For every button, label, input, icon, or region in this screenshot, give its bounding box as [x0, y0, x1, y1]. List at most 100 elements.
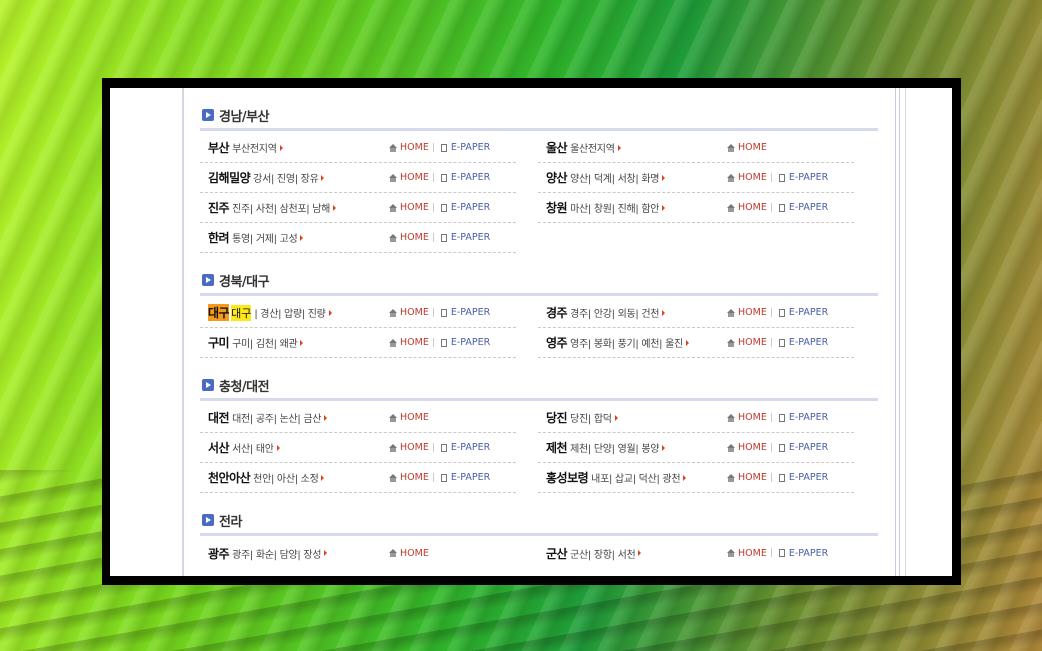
epaper-link[interactable]: E-PAPER: [778, 337, 829, 348]
house-icon: [727, 173, 735, 182]
home-link[interactable]: HOME: [727, 548, 767, 559]
document-icon: [778, 338, 785, 347]
subregion-links[interactable]: 내포| 삽교| 덕산| 광천: [591, 470, 680, 485]
separator: |: [769, 202, 773, 213]
epaper-link[interactable]: E-PAPER: [440, 202, 491, 213]
region-name-link[interactable]: 진주: [208, 199, 230, 216]
region-grid: 대구 대구 | 경산| 압량| 진량 HOME | E-PAPER 경주 경주| 안강| 외동…: [200, 298, 878, 358]
home-link[interactable]: HOME: [727, 202, 767, 213]
subregion-links[interactable]: 당진| 합덕: [570, 410, 612, 425]
house-icon: [727, 443, 735, 452]
region-name-link[interactable]: 부산: [208, 139, 230, 156]
epaper-link[interactable]: E-PAPER: [778, 412, 828, 423]
separator: |: [769, 442, 773, 453]
region-row: 양산 양산| 덕계| 서창| 화명 HOME | E-PAPER: [538, 163, 854, 193]
subregion-links[interactable]: 진주| 사천| 삼천포| 남해: [232, 200, 330, 215]
home-link[interactable]: HOME: [389, 472, 429, 483]
subregion-links[interactable]: 양산| 덕계| 서창| 화명: [570, 170, 659, 185]
home-link[interactable]: HOME: [389, 548, 429, 559]
home-label: HOME: [738, 412, 767, 423]
region-name-link[interactable]: 대전: [208, 409, 230, 426]
region-name-link[interactable]: 한려: [208, 229, 230, 246]
region-name-link[interactable]: 경주: [546, 304, 568, 321]
epaper-label: E-PAPER: [788, 337, 829, 348]
epaper-link[interactable]: E-PAPER: [440, 337, 490, 348]
home-link[interactable]: HOME: [727, 142, 767, 153]
subregion-links[interactable]: 서산| 태안: [232, 440, 274, 455]
region-name-link[interactable]: 당진: [546, 409, 568, 426]
epaper-link[interactable]: E-PAPER: [440, 142, 490, 153]
epaper-link[interactable]: E-PAPER: [778, 442, 828, 453]
subregion-links[interactable]: | 경산| 압량| 진량: [254, 305, 326, 320]
region-row: 홍성보령 내포| 삽교| 덕산| 광천 HOME | E-PAPER: [538, 463, 854, 493]
house-icon: [389, 443, 397, 452]
region-name-link[interactable]: 양산: [546, 169, 568, 186]
more-arrow-icon: [662, 204, 666, 211]
home-link[interactable]: HOME: [389, 232, 429, 243]
section-header: 충청/대전: [200, 372, 878, 398]
home-link[interactable]: HOME: [389, 307, 429, 318]
highlighted-city-link[interactable]: 대구: [231, 304, 252, 321]
epaper-link[interactable]: E-PAPER: [440, 472, 490, 483]
epaper-link[interactable]: E-PAPER: [440, 172, 490, 183]
region-name-link[interactable]: 군산: [546, 545, 568, 562]
subregion-links[interactable]: 천안| 아산| 소정: [253, 470, 319, 485]
epaper-link[interactable]: E-PAPER: [440, 307, 490, 318]
epaper-label: E-PAPER: [450, 202, 491, 213]
home-link[interactable]: HOME: [727, 307, 767, 318]
home-link[interactable]: HOME: [727, 442, 767, 453]
home-link[interactable]: HOME: [727, 337, 767, 348]
separator: |: [431, 172, 435, 183]
subregion-links[interactable]: 강서| 진영| 장유: [253, 170, 319, 185]
region-name-link[interactable]: 대구: [208, 304, 230, 321]
section-underline: [200, 293, 878, 296]
epaper-link[interactable]: E-PAPER: [778, 307, 828, 318]
region-name-link[interactable]: 김해밀양: [208, 169, 251, 186]
home-link[interactable]: HOME: [727, 172, 767, 183]
home-link[interactable]: HOME: [389, 412, 429, 423]
more-arrow-icon: [614, 414, 618, 421]
subregion-links[interactable]: 군산| 장항| 서천: [570, 546, 636, 561]
subregion-links[interactable]: 마산| 창원| 진해| 함안: [570, 200, 659, 215]
home-link[interactable]: HOME: [727, 412, 767, 423]
epaper-link[interactable]: E-PAPER: [778, 472, 828, 483]
home-link[interactable]: HOME: [389, 172, 429, 183]
region-row: 군산 군산| 장항| 서천 HOME | E-PAPER: [538, 538, 854, 568]
document-icon: [778, 203, 785, 212]
region-row: 부산 부산전지역 HOME | E-PAPER: [200, 133, 516, 163]
section-arrow-icon: [202, 379, 214, 391]
subregion-links[interactable]: 영주| 봉화| 풍기| 예천| 울진: [570, 335, 683, 350]
region-name-link[interactable]: 광주: [208, 545, 230, 562]
epaper-link[interactable]: E-PAPER: [440, 232, 490, 243]
subregion-links[interactable]: 구미| 김천| 왜관: [232, 335, 298, 350]
subregion-links[interactable]: 광주| 화순| 담양| 장성: [232, 546, 321, 561]
epaper-link[interactable]: E-PAPER: [778, 548, 828, 559]
home-label: HOME: [738, 337, 767, 348]
home-link[interactable]: HOME: [389, 337, 429, 348]
document-icon: [778, 549, 785, 557]
home-link[interactable]: HOME: [389, 142, 429, 153]
region-name-link[interactable]: 홍성보령: [546, 469, 589, 486]
epaper-link[interactable]: E-PAPER: [440, 442, 490, 453]
epaper-link[interactable]: E-PAPER: [778, 172, 828, 183]
subregion-links[interactable]: 경주| 안강| 외동| 건천: [570, 305, 659, 320]
subregion-links[interactable]: 통영| 거제| 고성: [232, 230, 298, 245]
region-name-link[interactable]: 천안아산: [208, 469, 251, 486]
region-name-link[interactable]: 구미: [208, 334, 230, 351]
home-link[interactable]: HOME: [727, 472, 767, 483]
region-name-link[interactable]: 영주: [546, 334, 568, 351]
subregion-links[interactable]: 부산전지역: [232, 140, 277, 155]
section-arrow-icon: [202, 109, 214, 121]
region-name-link[interactable]: 울산: [546, 139, 568, 156]
epaper-link[interactable]: E-PAPER: [778, 202, 828, 213]
home-link[interactable]: HOME: [389, 442, 429, 453]
section-title: 경북/대구: [219, 274, 270, 290]
region-name-link[interactable]: 제천: [546, 439, 568, 456]
subregion-links[interactable]: 대전| 공주| 논산| 금산: [232, 410, 321, 425]
subregion-links[interactable]: 울산전지역: [570, 140, 615, 155]
home-link[interactable]: HOME: [389, 202, 429, 213]
subregion-links[interactable]: 제천| 단양| 영월| 봉양: [570, 440, 659, 455]
region-name-link[interactable]: 서산: [208, 439, 230, 456]
region-name-link[interactable]: 창원: [546, 199, 568, 216]
